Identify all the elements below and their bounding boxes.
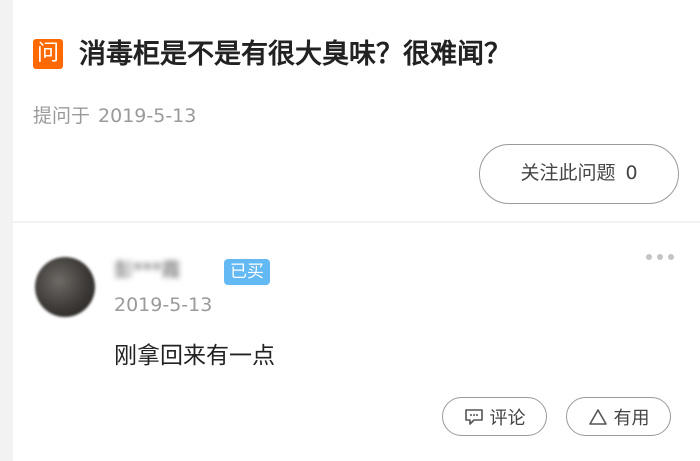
- asked-prefix: 提问于: [33, 105, 91, 127]
- asked-date: 2019-5-13: [98, 105, 197, 127]
- comment-label: 评论: [489, 407, 526, 429]
- useful-label: 有用: [613, 407, 650, 429]
- follow-label: 关注此问题: [520, 162, 616, 184]
- question-card: 问 消毒柜是不是有很大臭味？很难闻？ 提问于 2019-5-13 关注此问题 0: [13, 0, 700, 221]
- follow-count: 0: [625, 162, 638, 184]
- question-meta: 提问于 2019-5-13: [33, 102, 196, 130]
- comment-icon: [464, 408, 483, 425]
- avatar[interactable]: [35, 257, 95, 317]
- thumbs-up-triangle-icon: [588, 408, 607, 425]
- bought-badge: 已买: [224, 259, 270, 285]
- answer-card: 彭***霞 已买 2019-5-13 刚拿回来有一点 评论 有用: [13, 223, 700, 461]
- more-icon[interactable]: [646, 253, 676, 261]
- follow-question-button[interactable]: 关注此问题 0: [479, 144, 679, 204]
- answer-content: 刚拿回来有一点: [114, 343, 275, 369]
- question-badge-icon: 问: [33, 39, 63, 69]
- question-title: 消毒柜是不是有很大臭味？很难闻？: [79, 39, 511, 70]
- comment-button[interactable]: 评论: [442, 397, 547, 436]
- answer-date: 2019-5-13: [114, 294, 213, 316]
- useful-button[interactable]: 有用: [566, 397, 671, 436]
- username: 彭***霞: [114, 259, 181, 281]
